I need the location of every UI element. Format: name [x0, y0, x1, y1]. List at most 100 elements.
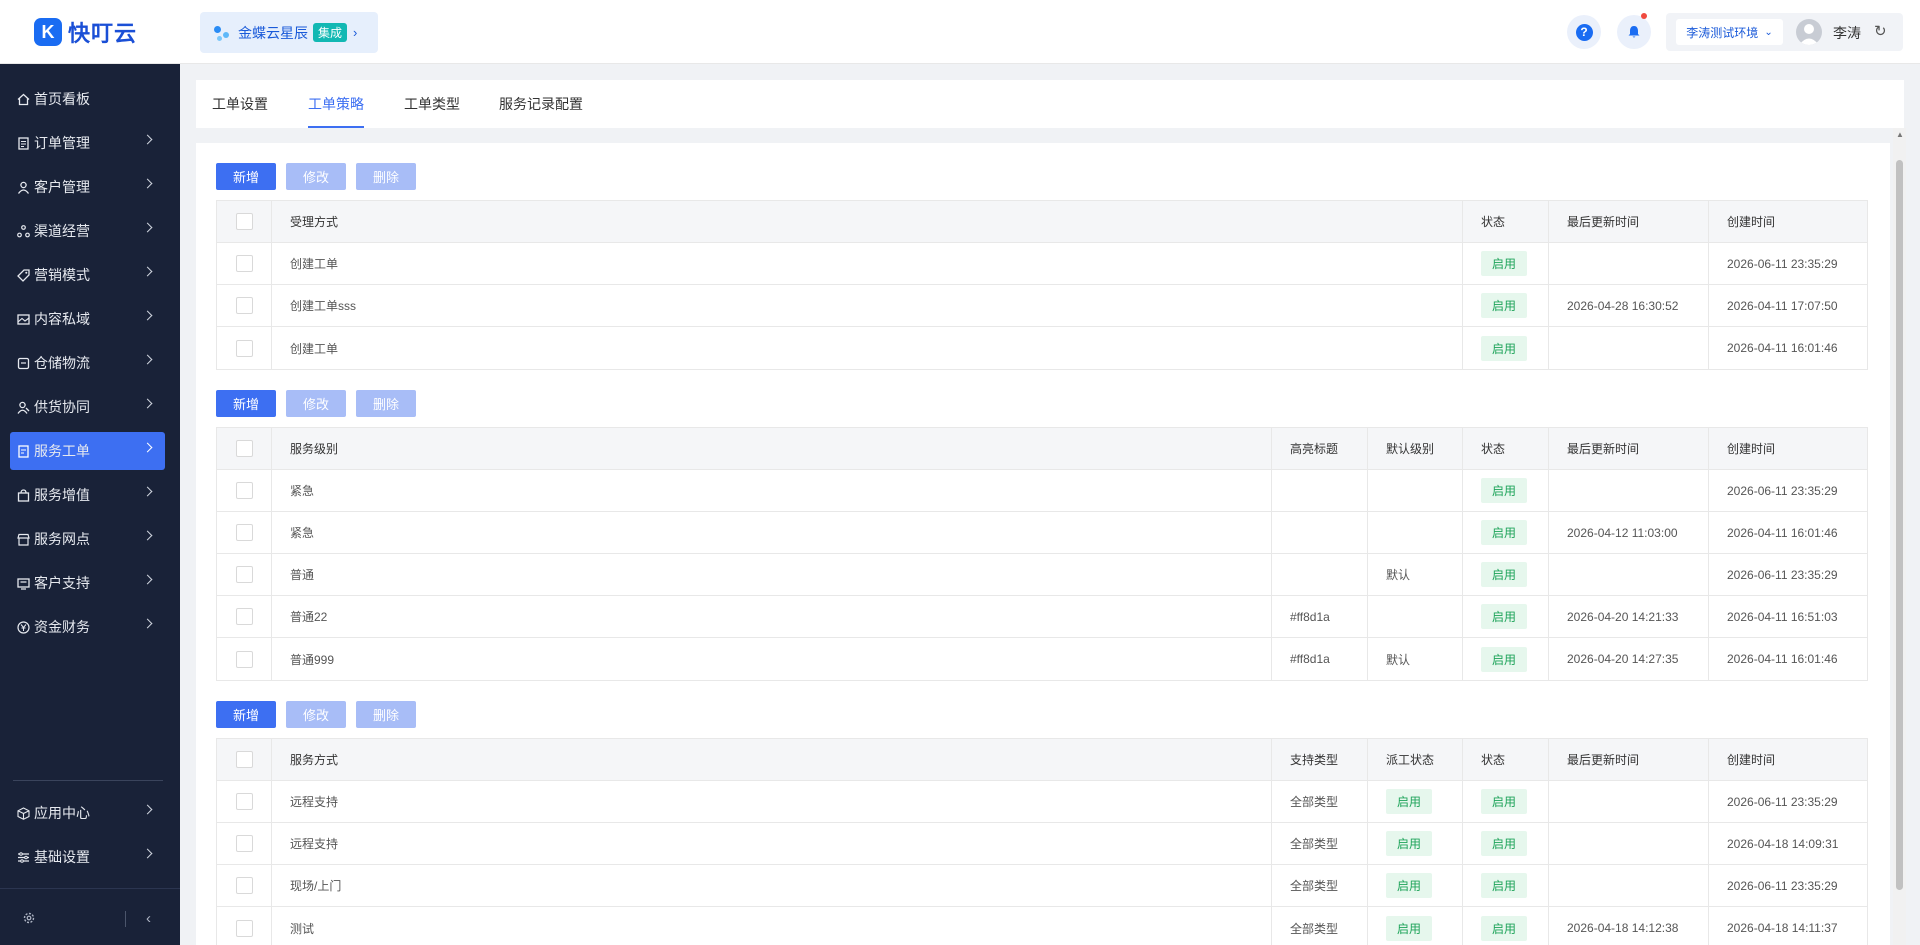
column-header[interactable]: 服务方式 — [271, 739, 1271, 780]
table-cell: 紧急 — [271, 470, 1271, 511]
row-checkbox[interactable] — [235, 339, 253, 357]
add-button[interactable]: 新增 — [216, 390, 276, 417]
select-all-checkbox[interactable] — [235, 751, 253, 768]
tab-ticket-settings[interactable]: 工单设置 — [212, 94, 268, 128]
vertical-scrollbar[interactable]: ▲ — [1893, 128, 1906, 945]
sidebar-item-base-settings[interactable]: 基础设置 — [10, 838, 165, 876]
table-row[interactable]: 远程支持 全部类型 启用 启用 2026-06-11 23:35:29 — [217, 781, 1867, 823]
table-cell — [1367, 596, 1462, 637]
tab-ticket-strategy[interactable]: 工单策略 — [308, 94, 364, 128]
sidebar-item-customers[interactable]: 客户管理 — [10, 168, 165, 206]
sidebar-item-channels[interactable]: 渠道经营 — [10, 212, 165, 250]
column-header[interactable]: 派工状态 — [1367, 739, 1462, 780]
chevron-right-icon — [142, 804, 153, 815]
collapse-sidebar-icon[interactable]: ‹ — [146, 910, 151, 927]
status-badge: 启用 — [1481, 604, 1528, 629]
table-row[interactable]: 普通22 #ff8d1a 启用 2026-04-20 14:21:33 2026… — [217, 596, 1867, 638]
logo[interactable]: K 快叮云 — [34, 16, 137, 48]
sidebar-item-marketing[interactable]: 营销模式 — [10, 256, 165, 294]
row-checkbox[interactable] — [235, 482, 253, 499]
delete-button[interactable]: 删除 — [356, 390, 416, 417]
table-row[interactable]: 创建工单 启用 2026-06-11 23:35:29 — [217, 243, 1867, 285]
column-header[interactable]: 高亮标题 — [1271, 428, 1367, 469]
dispatch-status-badge: 启用 — [1386, 915, 1433, 941]
sidebar-item-service-tickets[interactable]: 服务工单 — [10, 432, 165, 470]
edit-button[interactable]: 修改 — [286, 701, 346, 728]
table-cell: 启用 — [1367, 781, 1462, 822]
refresh-icon[interactable]: ↻ — [1874, 22, 1887, 40]
row-checkbox[interactable] — [235, 835, 253, 852]
column-header[interactable]: 创建时间 — [1708, 739, 1869, 780]
row-checkbox[interactable] — [235, 793, 253, 810]
table-row[interactable]: 普通 默认 启用 2026-06-11 23:35:29 — [217, 554, 1867, 596]
edit-button[interactable]: 修改 — [286, 390, 346, 417]
bag-icon — [16, 488, 30, 502]
select-all-checkbox[interactable] — [235, 213, 253, 230]
column-header[interactable]: 状态 — [1462, 739, 1548, 780]
sidebar-item-support[interactable]: 客户支持 — [10, 564, 165, 602]
table-row[interactable]: 远程支持 全部类型 启用 启用 2026-04-18 14:09:31 — [217, 823, 1867, 865]
table-row[interactable]: 创建工单sss 启用 2026-04-28 16:30:52 2026-04-1… — [217, 285, 1867, 327]
tab-ticket-types[interactable]: 工单类型 — [404, 94, 460, 128]
sidebar-item-content[interactable]: 内容私域 — [10, 300, 165, 338]
add-button[interactable]: 新增 — [216, 163, 276, 190]
gear-icon[interactable] — [22, 911, 36, 928]
column-header[interactable]: 服务级别 — [271, 428, 1271, 469]
order-icon — [16, 136, 30, 150]
row-select-cell — [217, 512, 271, 553]
row-checkbox[interactable] — [235, 297, 253, 314]
status-badge: 启用 — [1481, 789, 1528, 814]
row-checkbox[interactable] — [235, 524, 253, 541]
sidebar-item-service-outlets[interactable]: 服务网点 — [10, 520, 165, 558]
select-all-checkbox[interactable] — [235, 440, 253, 457]
table-cell: 2026-04-12 11:03:00 — [1548, 512, 1708, 553]
add-button[interactable]: 新增 — [216, 701, 276, 728]
row-checkbox[interactable] — [235, 919, 253, 937]
sidebar-item-value-added[interactable]: 服务增值 — [10, 476, 165, 514]
sidebar-divider — [13, 780, 163, 781]
avatar[interactable] — [1796, 19, 1822, 45]
table-row[interactable]: 紧急 启用 2026-06-11 23:35:29 — [217, 470, 1867, 512]
help-icon: ? — [1575, 23, 1593, 41]
table-row[interactable]: 创建工单 启用 2026-04-11 16:01:46 — [217, 327, 1867, 369]
row-checkbox[interactable] — [235, 608, 253, 625]
column-header[interactable]: 状态 — [1462, 201, 1548, 242]
edit-button[interactable]: 修改 — [286, 163, 346, 190]
column-header[interactable]: 创建时间 — [1708, 428, 1869, 469]
scroll-up-arrow-icon[interactable]: ▲ — [1896, 130, 1904, 139]
row-select-cell — [217, 907, 271, 945]
table-row[interactable]: 现场/上门 全部类型 启用 启用 2026-06-11 23:35:29 — [217, 865, 1867, 907]
sidebar-item-finance[interactable]: 资金财务 — [10, 608, 165, 646]
sidebar-item-orders[interactable]: 订单管理 — [10, 124, 165, 162]
help-button[interactable]: ? — [1567, 15, 1601, 49]
delete-button[interactable]: 删除 — [356, 163, 416, 190]
table-row[interactable]: 紧急 启用 2026-04-12 11:03:00 2026-04-11 16:… — [217, 512, 1867, 554]
column-header[interactable]: 最后更新时间 — [1548, 739, 1708, 780]
dispatch-status-badge: 启用 — [1386, 831, 1433, 856]
row-checkbox[interactable] — [235, 650, 253, 668]
scrollbar-thumb[interactable] — [1896, 160, 1903, 890]
row-checkbox[interactable] — [235, 566, 253, 583]
sidebar-item-label: 基础设置 — [34, 849, 90, 865]
column-header[interactable]: 最后更新时间 — [1548, 428, 1708, 469]
column-header[interactable]: 创建时间 — [1708, 201, 1869, 242]
sidebar-item-warehouse[interactable]: 仓储物流 — [10, 344, 165, 382]
sidebar-item-app-center[interactable]: 应用中心 — [10, 794, 165, 832]
table-cell: 启用 — [1462, 781, 1548, 822]
sidebar-item-dashboard[interactable]: 首页看板 — [10, 80, 165, 118]
row-checkbox[interactable] — [235, 877, 253, 894]
column-header[interactable]: 支持类型 — [1271, 739, 1367, 780]
column-header[interactable]: 受理方式 — [271, 201, 1462, 242]
table-row[interactable]: 普通999 #ff8d1a 默认 启用 2026-04-20 14:27:35 … — [217, 638, 1867, 680]
sidebar-item-supply[interactable]: 供货协同 — [10, 388, 165, 426]
delete-button[interactable]: 删除 — [356, 701, 416, 728]
notification-button[interactable] — [1617, 13, 1651, 49]
column-header[interactable]: 状态 — [1462, 428, 1548, 469]
tab-service-record-config[interactable]: 服务记录配置 — [499, 94, 583, 128]
column-header[interactable]: 默认级别 — [1367, 428, 1462, 469]
environment-select[interactable]: 李涛测试环境 ⌄ — [1676, 19, 1783, 45]
row-checkbox[interactable] — [235, 255, 253, 272]
table-row[interactable]: 测试 全部类型 启用 启用 2026-04-18 14:12:38 2026-0… — [217, 907, 1867, 945]
app-switcher[interactable]: 金蝶云星辰 集成 › — [200, 12, 378, 53]
column-header[interactable]: 最后更新时间 — [1548, 201, 1708, 242]
